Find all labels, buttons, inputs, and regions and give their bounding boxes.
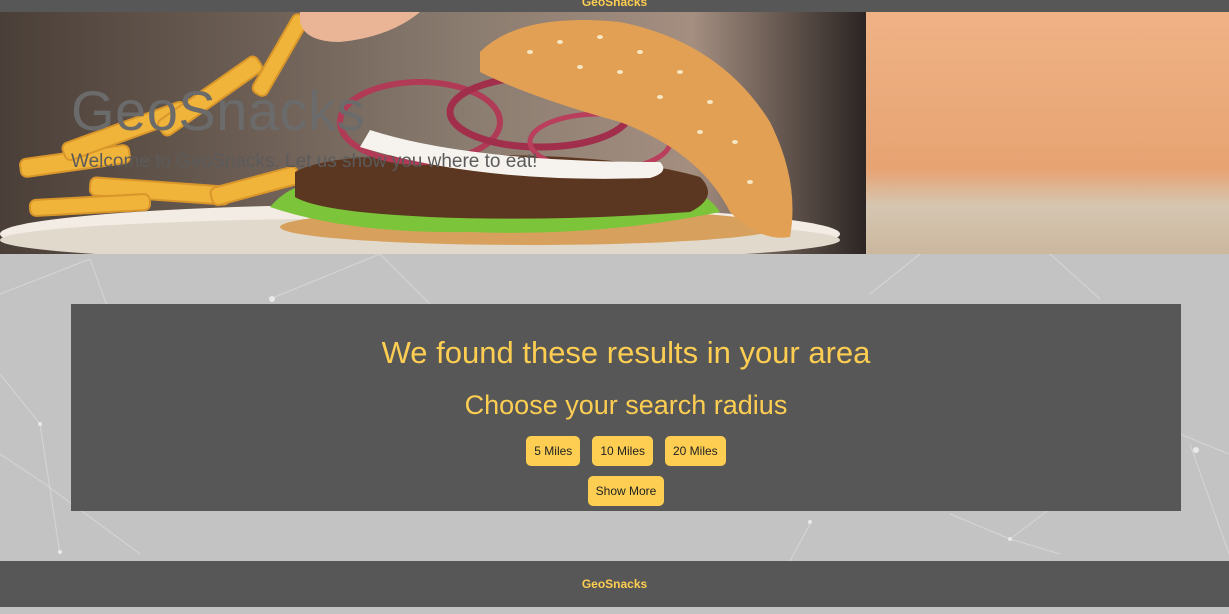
footer-bar: GeoSnacks — [0, 561, 1229, 607]
results-heading: We found these results in your area — [381, 335, 871, 370]
top-nav-bar: GeoSnacks — [0, 0, 1229, 12]
hand-shape — [300, 12, 420, 42]
show-more-button[interactable]: Show More — [587, 476, 665, 506]
footer-brand: GeoSnacks — [581, 577, 648, 591]
radius-heading: Choose your search radius — [464, 390, 788, 420]
hero-banner: GeoSnacks Welcome to GeoSnacks. Let us s… — [0, 12, 1229, 254]
top-nav-brand[interactable]: GeoSnacks — [582, 0, 647, 9]
results-panel: We found these results in your area Choo… — [71, 304, 1181, 511]
show-more-row: Show More — [71, 476, 1181, 506]
radius-20-miles-button[interactable]: 20 Miles — [665, 436, 726, 466]
radius-5-miles-button[interactable]: 5 Miles — [526, 436, 581, 466]
radius-10-miles-button[interactable]: 10 Miles — [592, 436, 653, 466]
radius-options: 5 Miles 10 Miles 20 Miles — [71, 436, 1181, 466]
hero-title: GeoSnacks — [71, 79, 365, 142]
hero-subtitle: Welcome to GeoSnacks. Let us show you wh… — [71, 151, 538, 172]
